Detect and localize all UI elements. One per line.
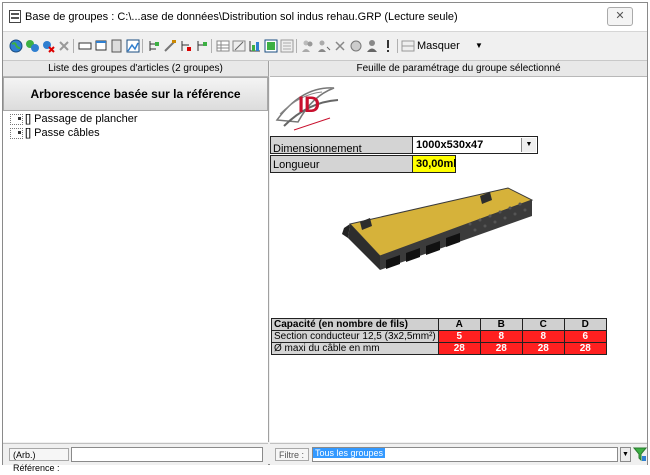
- reference-bar: (Arb.) Référence :: [3, 443, 268, 473]
- funnel-icon[interactable]: [633, 446, 647, 462]
- tree-node-icon: [10, 113, 23, 125]
- sheet-icon[interactable]: [280, 39, 294, 53]
- tree-add-icon[interactable]: [195, 39, 209, 53]
- picture-icon[interactable]: [126, 39, 140, 53]
- network-add-icon[interactable]: [25, 39, 39, 53]
- svg-text:ID: ID: [298, 92, 320, 117]
- mask-icon[interactable]: [401, 39, 415, 53]
- row-label-section: Section conducteur 12,5 (3x2,5mm²): [271, 330, 439, 343]
- rectangle-icon[interactable]: [78, 39, 92, 53]
- filter-bar: Filtre : Tous les groupes ▼: [270, 443, 647, 465]
- settings-sheet-panel: ID Dimensionnement 1000x530x47 ▼ Longueu…: [270, 77, 647, 442]
- column-header-c: C: [521, 318, 565, 331]
- param-row-length: Longueur 30,00ml: [270, 155, 470, 173]
- dimension-value: 1000x530x47: [416, 139, 484, 151]
- table-cell: 28: [437, 342, 481, 355]
- chevron-down-icon[interactable]: ▼: [620, 447, 631, 462]
- row-label-diameter: Ø maxi du câble en mm: [271, 342, 439, 355]
- table-cell: 5: [437, 330, 481, 343]
- tree-icon[interactable]: [147, 39, 161, 53]
- settings-sheet-header: Feuille de paramétrage du groupe sélecti…: [270, 61, 647, 77]
- mask-dropdown[interactable]: Masquer ▼: [417, 38, 527, 54]
- user-icon[interactable]: [365, 39, 379, 53]
- tree-item-label: [] Passe câbles: [25, 127, 100, 139]
- grid-tools-icon[interactable]: [232, 39, 246, 53]
- dimension-label: Dimensionnement: [270, 136, 413, 155]
- table-cell: 28: [479, 342, 523, 355]
- app-window: Base de groupes : C:\...ase de données\D…: [2, 2, 648, 473]
- table-cell: 8: [479, 330, 523, 343]
- reference-input[interactable]: [71, 447, 263, 462]
- filter-value: Tous les groupes: [313, 448, 386, 458]
- table-row: Ø maxi du câble en mm 28 28 28 28: [271, 342, 607, 355]
- tools-icon[interactable]: [163, 39, 177, 53]
- tree-item-passage-plancher[interactable]: [] Passage de plancher: [10, 113, 138, 126]
- exclamation-icon[interactable]: [381, 39, 395, 53]
- list-icon[interactable]: [110, 39, 124, 53]
- app-icon: [9, 10, 21, 23]
- tree-item-label: [] Passage de plancher: [25, 113, 138, 125]
- coin-icon[interactable]: [349, 39, 363, 53]
- network-remove-icon[interactable]: [41, 39, 55, 53]
- filter-combobox[interactable]: Tous les groupes: [312, 447, 618, 462]
- capacity-title: Capacité (en nombre de fils): [271, 318, 439, 331]
- filter-label: Filtre :: [275, 448, 309, 461]
- length-value: 30,00ml: [412, 155, 456, 173]
- users-icon[interactable]: [301, 39, 315, 53]
- chevron-down-icon[interactable]: ▼: [521, 138, 536, 152]
- groups-list-header: Liste des groupes d'articles (2 groupes): [3, 61, 269, 77]
- chart-add-icon[interactable]: [248, 39, 262, 53]
- groups-tree-panel: Arborescence basée sur la référence [] P…: [3, 77, 269, 442]
- tree-item-passe-cables[interactable]: [] Passe câbles: [10, 127, 100, 140]
- close-x-icon[interactable]: [333, 39, 347, 53]
- column-header-b: B: [479, 318, 523, 331]
- table-cell: 28: [521, 342, 565, 355]
- capacity-table: Capacité (en nombre de fils) A B C D Sec…: [271, 318, 607, 355]
- image-grid-icon[interactable]: [264, 39, 278, 53]
- column-header-a: A: [437, 318, 481, 331]
- company-logo: ID: [275, 87, 339, 131]
- window-icon[interactable]: [94, 39, 108, 53]
- column-header-d: D: [563, 318, 607, 331]
- cable-protector-image: [342, 187, 534, 270]
- title-bar: Base de groupes : C:\...ase de données\D…: [3, 3, 647, 32]
- tree-edit-icon[interactable]: [179, 39, 193, 53]
- table-header-row: Capacité (en nombre de fils) A B C D: [271, 318, 607, 331]
- users-link-icon[interactable]: [317, 39, 331, 53]
- param-row-dimension: Dimensionnement 1000x530x47 ▼: [270, 136, 538, 155]
- dimension-dropdown[interactable]: 1000x530x47 ▼: [412, 136, 538, 154]
- table-cell: 28: [563, 342, 607, 355]
- mask-label: Masquer: [417, 40, 460, 52]
- tree-node-icon: [10, 127, 23, 139]
- close-button[interactable]: ✕: [607, 7, 633, 26]
- delete-icon[interactable]: [57, 39, 71, 53]
- table-icon[interactable]: [216, 39, 230, 53]
- table-row: Section conducteur 12,5 (3x2,5mm²) 5 8 8…: [271, 330, 607, 343]
- chevron-down-icon: ▼: [475, 41, 483, 50]
- window-title: Base de groupes : C:\...ase de données\D…: [25, 11, 458, 23]
- table-cell: 8: [521, 330, 565, 343]
- table-cell: 6: [563, 330, 607, 343]
- reference-label: (Arb.) Référence :: [9, 448, 69, 473]
- globe-icon[interactable]: [9, 39, 23, 53]
- tree-title-button[interactable]: Arborescence basée sur la référence: [3, 77, 268, 111]
- length-label: Longueur: [270, 155, 413, 173]
- toolbar: Masquer ▼: [3, 32, 647, 61]
